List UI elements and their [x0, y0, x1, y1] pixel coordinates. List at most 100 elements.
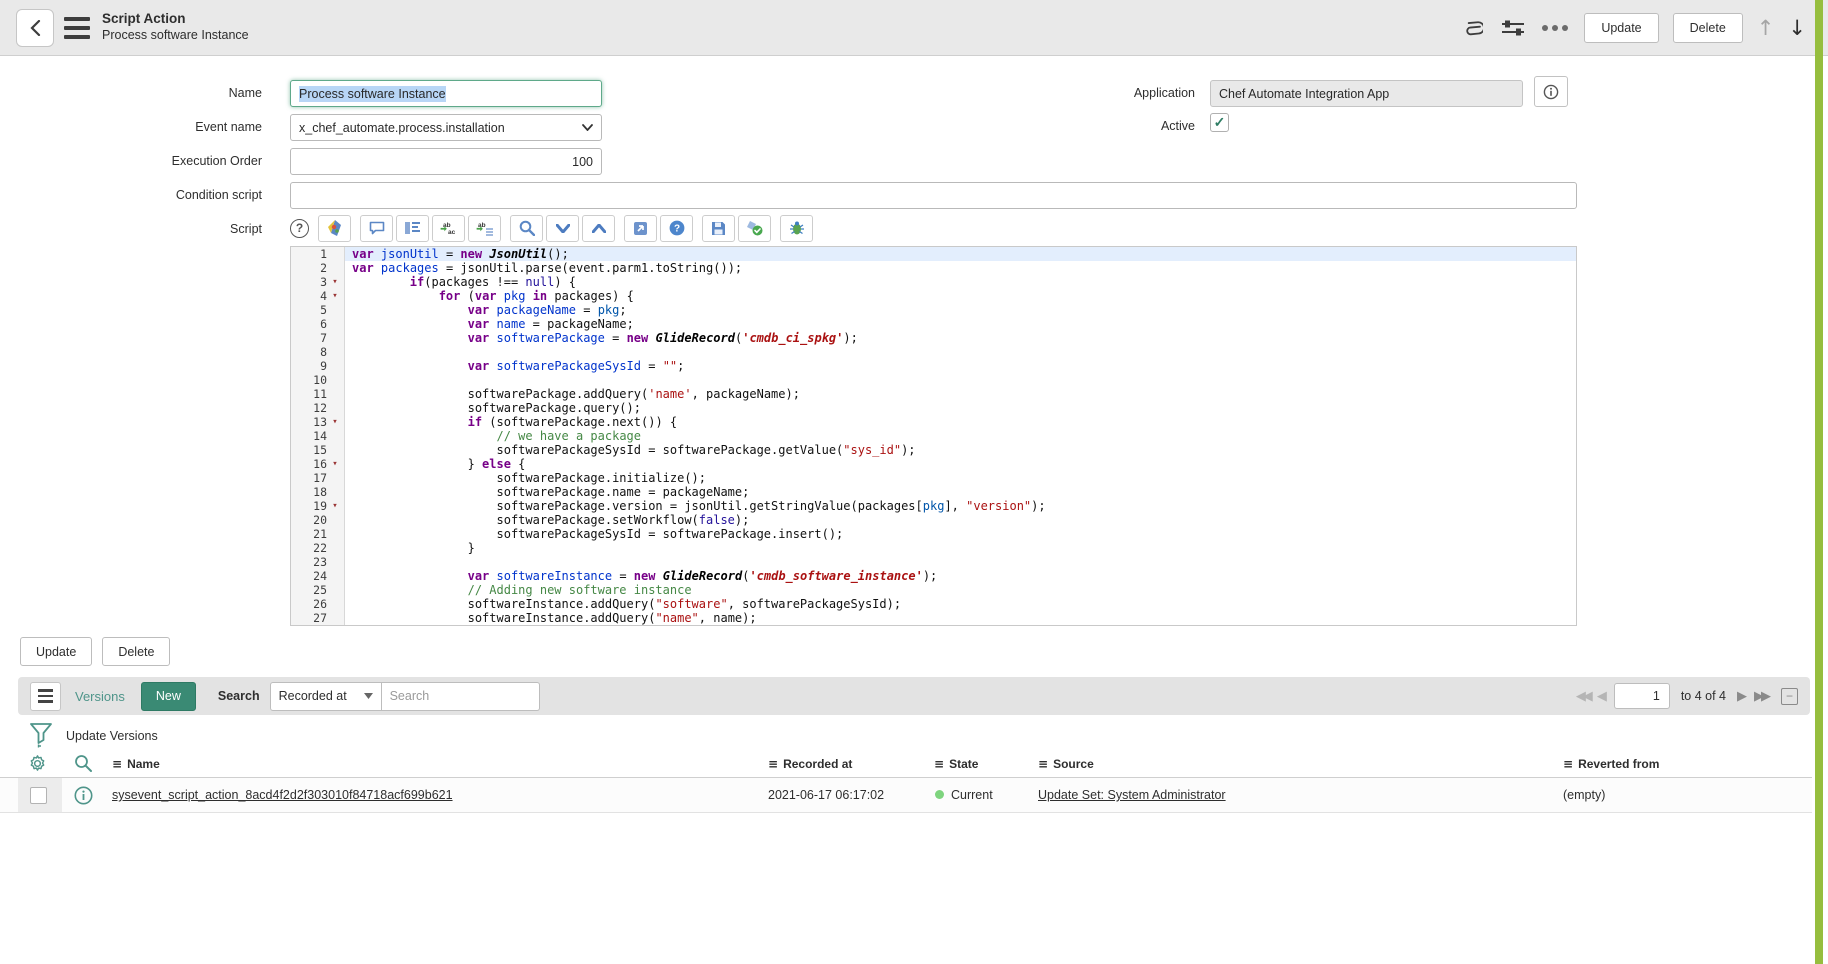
line-number-gutter: 21: [291, 527, 345, 541]
code-line[interactable]: 19▾ softwarePackage.version = jsonUtil.g…: [291, 499, 1576, 513]
list-context-menu-icon[interactable]: [30, 682, 61, 711]
column-header-state[interactable]: ≡State: [934, 757, 978, 771]
code-line[interactable]: 8: [291, 345, 1576, 359]
code-line[interactable]: 20 softwarePackage.setWorkflow(false);: [291, 513, 1576, 527]
code-line[interactable]: 10: [291, 373, 1576, 387]
fold-arrow-icon[interactable]: ▾: [327, 457, 343, 471]
minimize-list-icon[interactable]: −: [1781, 688, 1798, 705]
code-line[interactable]: 7 var softwarePackage = new GlideRecord(…: [291, 331, 1576, 345]
code-line[interactable]: 2var packages = jsonUtil.parse(event.par…: [291, 261, 1576, 275]
code-line[interactable]: 12 softwarePackage.query();: [291, 401, 1576, 415]
previous-page-icon[interactable]: ◀: [1597, 689, 1607, 704]
save-script-button[interactable]: [702, 215, 735, 242]
find-next-button[interactable]: [546, 215, 579, 242]
code-line[interactable]: 5 var packageName = pkg;: [291, 303, 1576, 317]
next-page-icon[interactable]: ▶: [1737, 689, 1747, 704]
line-number-gutter: 18: [291, 485, 345, 499]
search-script-button[interactable]: [510, 215, 543, 242]
search-field-select[interactable]: Recorded at: [270, 682, 382, 711]
code-text: [345, 555, 1576, 569]
code-text: }: [345, 541, 1576, 555]
back-button[interactable]: [16, 9, 54, 47]
delete-button-footer[interactable]: Delete: [102, 637, 170, 666]
more-options-icon[interactable]: [1540, 25, 1570, 31]
column-header-name[interactable]: ≡Name: [112, 757, 160, 771]
replace-button[interactable]: abac: [432, 215, 465, 242]
row-checkbox[interactable]: [30, 787, 47, 804]
event-name-select[interactable]: x_chef_automate.process.installation: [290, 114, 602, 141]
code-line[interactable]: 3▾ if(packages !== null) {: [291, 275, 1576, 289]
versions-title-link[interactable]: Versions: [75, 689, 125, 704]
delete-button-header[interactable]: Delete: [1673, 13, 1743, 43]
script-code-editor[interactable]: 1var jsonUtil = new JsonUtil();2var pack…: [290, 246, 1577, 626]
code-line[interactable]: 9 var softwarePackageSysId = "";: [291, 359, 1576, 373]
last-page-icon[interactable]: ▶▶: [1754, 689, 1768, 704]
format-code-button[interactable]: [396, 215, 429, 242]
row-info-icon[interactable]: [74, 786, 93, 805]
row-name-link[interactable]: sysevent_script_action_8acd4f2d2f303010f…: [112, 788, 453, 802]
code-line[interactable]: 21 softwarePackageSysId = softwarePackag…: [291, 527, 1576, 541]
code-line[interactable]: 26 softwareInstance.addQuery("software",…: [291, 597, 1576, 611]
attachment-icon[interactable]: [1460, 15, 1486, 41]
fold-spacer: [327, 527, 343, 541]
code-line[interactable]: 25 // Adding new software instance: [291, 583, 1576, 597]
list-settings-icon[interactable]: [28, 754, 47, 773]
code-line[interactable]: 18 softwarePackage.name = packageName;: [291, 485, 1576, 499]
code-line[interactable]: 24 var softwareInstance = new GlideRecor…: [291, 569, 1576, 583]
code-line[interactable]: 13▾ if (softwarePackage.next()) {: [291, 415, 1576, 429]
code-line[interactable]: 16▾ } else {: [291, 457, 1576, 471]
column-header-source[interactable]: ≡Source: [1038, 757, 1094, 771]
row-source-link[interactable]: Update Set: System Administrator: [1038, 788, 1226, 802]
code-line[interactable]: 15 softwarePackageSysId = softwarePackag…: [291, 443, 1576, 457]
execution-order-input[interactable]: 100: [290, 148, 602, 175]
svg-text:?: ?: [673, 224, 679, 235]
code-line[interactable]: 11 softwarePackage.addQuery('name', pack…: [291, 387, 1576, 401]
filter-breadcrumb[interactable]: Update Versions: [66, 729, 158, 743]
replace-all-button[interactable]: ab: [468, 215, 501, 242]
code-line[interactable]: 22 }: [291, 541, 1576, 555]
fold-arrow-icon[interactable]: ▾: [327, 289, 343, 303]
first-page-icon[interactable]: ◀◀: [1576, 689, 1590, 704]
state-text: Current: [951, 788, 993, 802]
field-help-icon[interactable]: ?: [290, 219, 309, 238]
syntax-editor-toggle-button[interactable]: [318, 215, 351, 242]
code-line[interactable]: 4▾ for (var pkg in packages) {: [291, 289, 1576, 303]
context-menu-icon[interactable]: [64, 17, 90, 39]
condition-script-label: Condition script: [0, 188, 262, 202]
scroll-up-icon[interactable]: ↑: [1757, 18, 1775, 39]
column-label: Recorded at: [783, 757, 852, 771]
validate-script-button[interactable]: [738, 215, 771, 242]
versions-search-input[interactable]: Search: [382, 682, 540, 711]
condition-script-input[interactable]: [290, 182, 1577, 209]
fold-arrow-icon[interactable]: ▾: [327, 415, 343, 429]
scroll-down-icon[interactable]: ↓: [1788, 18, 1806, 39]
new-version-button[interactable]: New: [141, 682, 196, 711]
open-window-button[interactable]: [624, 215, 657, 242]
comment-button[interactable]: [360, 215, 393, 242]
page-number-input[interactable]: 1: [1614, 683, 1670, 709]
code-line[interactable]: 1var jsonUtil = new JsonUtil();: [291, 247, 1576, 261]
editor-help-icon: ?: [669, 220, 685, 236]
personalize-icon[interactable]: [1500, 15, 1526, 41]
code-line[interactable]: 23: [291, 555, 1576, 569]
active-checkbox[interactable]: ✓: [1210, 113, 1229, 132]
find-previous-button[interactable]: [582, 215, 615, 242]
column-header-recorded-at[interactable]: ≡Recorded at: [768, 757, 852, 771]
name-input[interactable]: Process software Instance: [290, 80, 602, 107]
application-info-button[interactable]: [1534, 76, 1568, 107]
editor-help-button[interactable]: ?: [660, 215, 693, 242]
fold-arrow-icon[interactable]: ▾: [327, 275, 343, 289]
debug-script-button[interactable]: [780, 215, 813, 242]
code-line[interactable]: 6 var name = packageName;: [291, 317, 1576, 331]
update-button-footer[interactable]: Update: [20, 637, 92, 666]
code-line[interactable]: 27 softwareInstance.addQuery("name", nam…: [291, 611, 1576, 625]
column-header-reverted-from[interactable]: ≡Reverted from: [1563, 757, 1659, 771]
form-footer-buttons: Update Delete: [20, 637, 170, 666]
fold-arrow-icon[interactable]: ▾: [327, 499, 343, 513]
code-line[interactable]: 17 softwarePackage.initialize();: [291, 471, 1576, 485]
update-button-header[interactable]: Update: [1584, 13, 1658, 43]
filter-funnel-icon[interactable]: [30, 723, 52, 749]
list-search-icon[interactable]: [74, 754, 92, 772]
code-line[interactable]: 14 // we have a package: [291, 429, 1576, 443]
open-window-icon: [633, 221, 648, 236]
